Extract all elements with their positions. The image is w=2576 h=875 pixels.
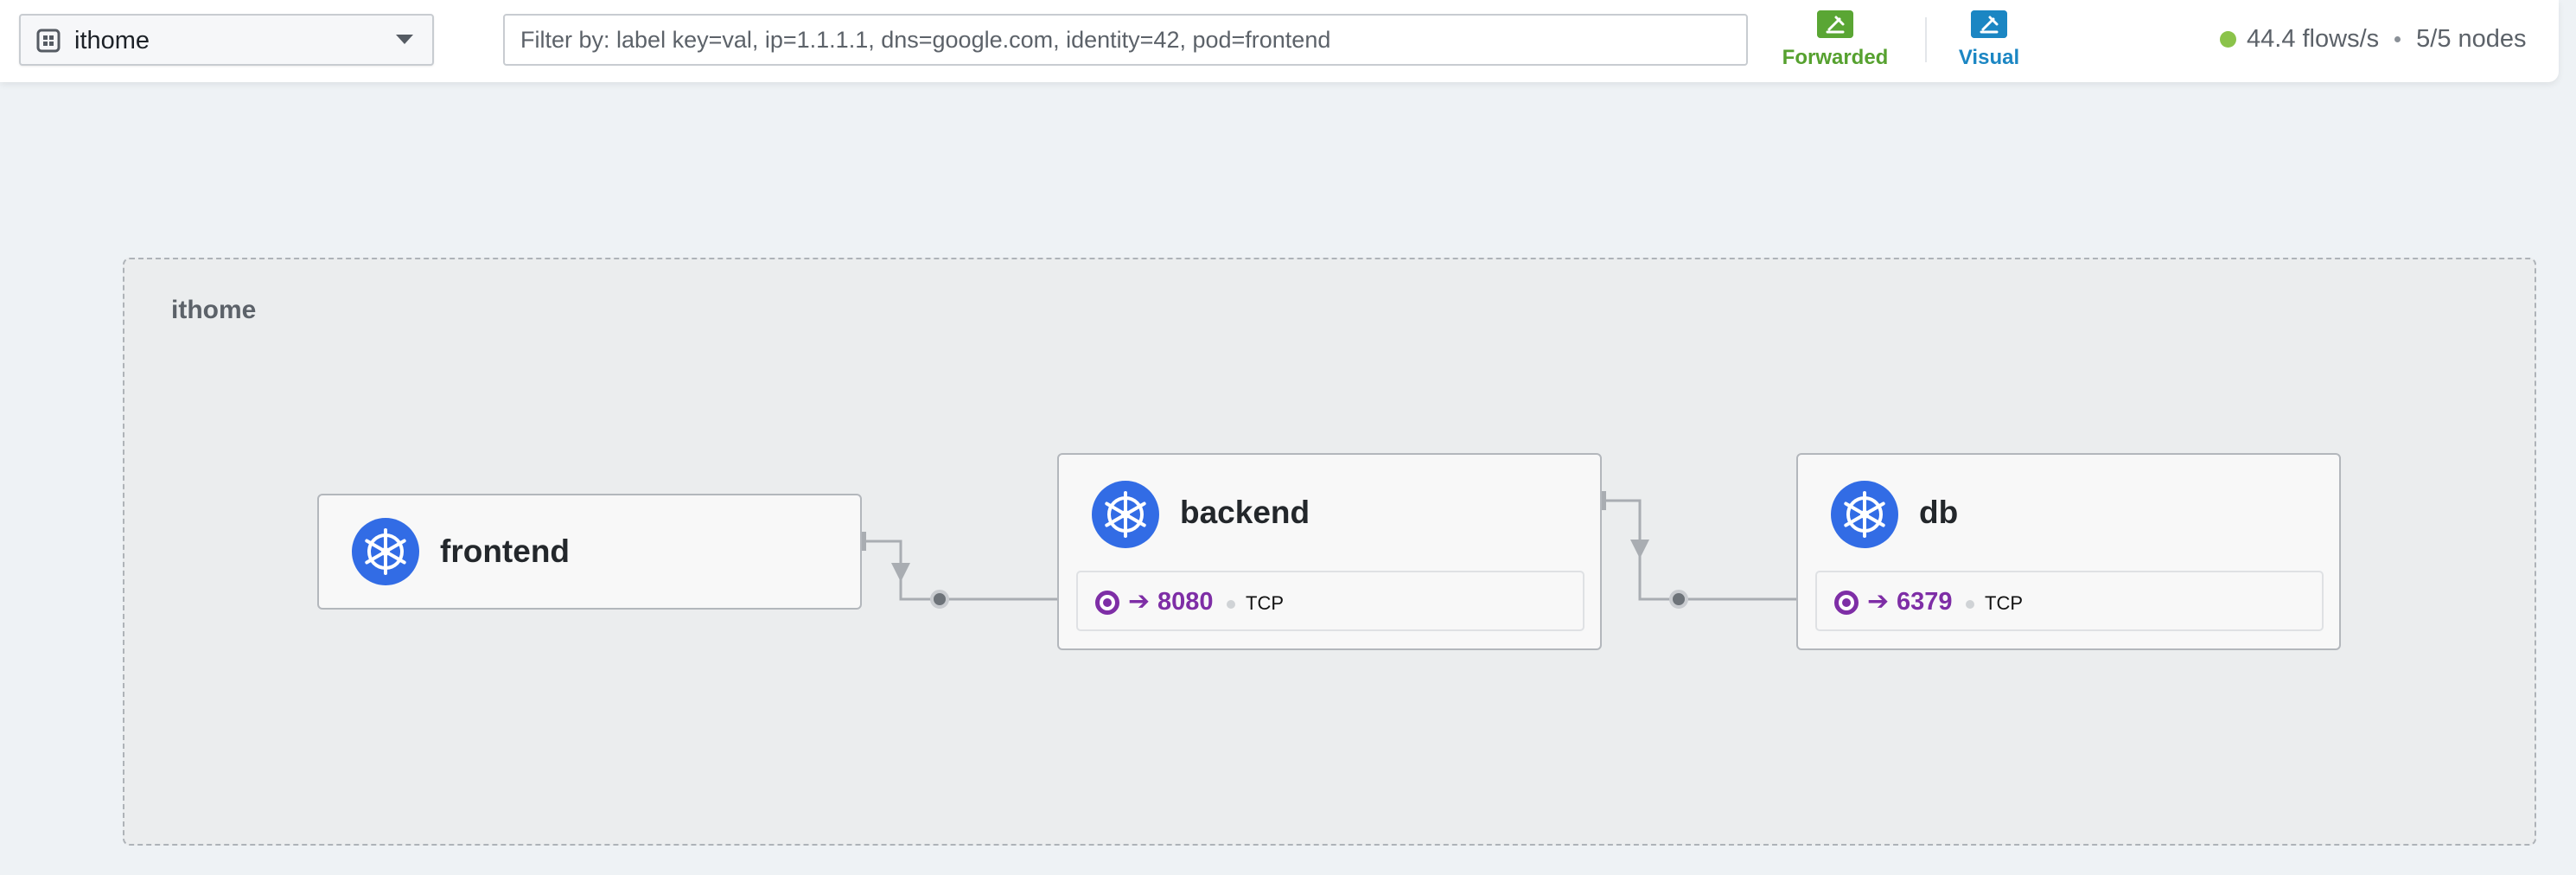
service-name: backend (1180, 495, 1310, 530)
endpoint-target-icon (1095, 591, 1119, 615)
kubernetes-icon (1092, 481, 1159, 548)
separator-dot (1966, 600, 1974, 609)
kubernetes-icon (1831, 481, 1898, 548)
arrow-right-icon: ➔ (1128, 586, 1151, 616)
endpoint-port: 8080 (1157, 588, 1214, 616)
endpoint-protocol: TCP (1985, 592, 2023, 614)
link-arrow-icon (891, 563, 910, 582)
service-card-db[interactable]: db ➔ 6379 TCP (1796, 453, 2341, 650)
service-card-frontend[interactable]: frontend (317, 494, 862, 610)
endpoint-port-6379[interactable]: ➔ 6379 TCP (1815, 571, 2324, 631)
endpoint-target-icon (1834, 591, 1859, 615)
endpoint-protocol: TCP (1246, 592, 1284, 614)
endpoint-port-8080[interactable]: ➔ 8080 TCP (1076, 571, 1584, 631)
link-arrow-icon (1630, 540, 1649, 559)
service-card-backend[interactable]: backend ➔ 8080 TCP (1057, 453, 1602, 650)
service-name: frontend (440, 533, 571, 569)
endpoint-port: 6379 (1897, 588, 1953, 616)
separator-dot (1227, 600, 1235, 609)
kubernetes-icon (352, 518, 419, 585)
arrow-right-icon: ➔ (1867, 586, 1890, 616)
link-junction-dot (1669, 590, 1688, 609)
service-name: db (1919, 495, 1959, 530)
link-junction-dot (930, 590, 949, 609)
service-links (860, 491, 1840, 609)
